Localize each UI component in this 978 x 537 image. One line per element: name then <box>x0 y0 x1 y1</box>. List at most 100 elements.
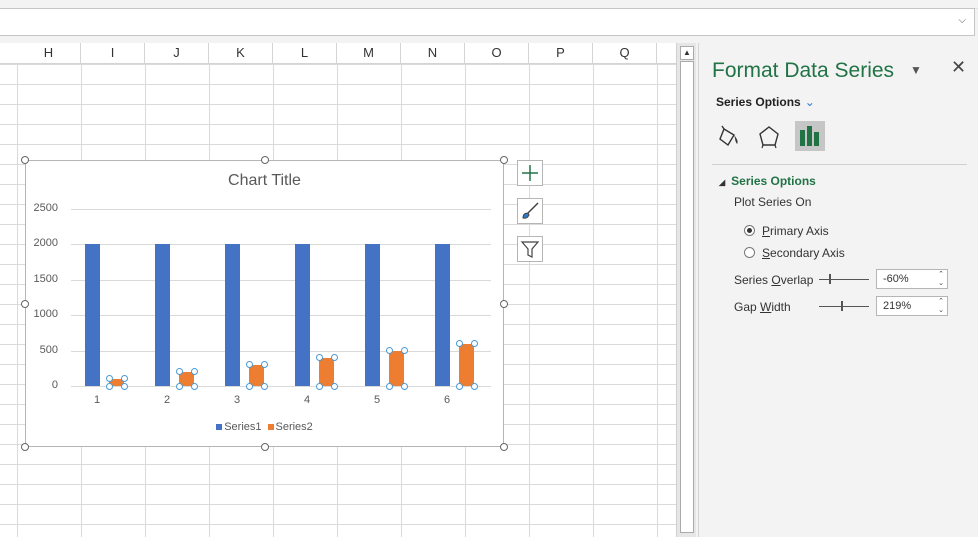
primary-axis-radio[interactable] <box>744 225 755 236</box>
column-header-M[interactable]: M <box>337 43 401 63</box>
selection-handle[interactable] <box>105 375 113 383</box>
column-header-K[interactable]: K <box>209 43 273 63</box>
column-header-I[interactable]: I <box>81 43 145 63</box>
spinner-arrows-icon[interactable]: ⌃ ⌄ <box>938 297 944 315</box>
selection-handle[interactable] <box>245 361 253 369</box>
chart-filters-button[interactable] <box>517 236 543 262</box>
selection-handle[interactable] <box>190 368 198 376</box>
x-tick-label: 1 <box>93 394 101 406</box>
scroll-up-arrow[interactable]: ▲ <box>680 46 694 60</box>
chart-resize-handle[interactable] <box>500 156 508 164</box>
selection-handle[interactable] <box>455 340 463 348</box>
x-tick-label: 3 <box>233 394 241 406</box>
bar-series1[interactable] <box>365 244 380 386</box>
chart-legend[interactable]: Series1 Series2 <box>26 421 503 433</box>
series-overlap-label: Series Overlap <box>734 273 813 287</box>
x-tick-label: 4 <box>303 394 311 406</box>
series-options-tab[interactable] <box>795 121 825 151</box>
secondary-axis-radio[interactable] <box>744 247 755 258</box>
column-header-P[interactable]: P <box>529 43 593 63</box>
overlap-text-b: verlap <box>780 273 814 287</box>
chart-resize-handle[interactable] <box>500 443 508 451</box>
overlap-mnemonic: O <box>771 273 781 287</box>
chart-resize-handle[interactable] <box>260 443 269 451</box>
chart-elements-button[interactable] <box>517 160 543 186</box>
selection-handle[interactable] <box>385 347 393 355</box>
funnel-icon <box>520 241 540 258</box>
selection-handle[interactable] <box>105 382 113 390</box>
selection-handle[interactable] <box>315 354 323 362</box>
series-overlap-input[interactable]: -60% ⌃ ⌄ <box>876 269 948 289</box>
fill-line-tab[interactable] <box>716 123 744 151</box>
selection-handle[interactable] <box>120 382 128 390</box>
column-header-O[interactable]: O <box>465 43 529 63</box>
x-tick-label: 2 <box>163 394 171 406</box>
section-header[interactable]: ◢ Series Options <box>719 174 816 188</box>
chart[interactable]: Chart Title Series1 Series2 2500 2000 1500 1… <box>21 156 508 451</box>
column-header-J[interactable]: J <box>145 43 209 63</box>
gap-width-slider[interactable] <box>819 306 869 307</box>
chart-title[interactable]: Chart Title <box>26 172 503 190</box>
selection-handle[interactable] <box>245 382 253 390</box>
primary-axis-label[interactable]: Primary Axis <box>762 224 829 238</box>
y-tick-label: 2000 <box>33 237 58 250</box>
selection-handle[interactable] <box>260 382 268 390</box>
bar-series1[interactable] <box>155 244 170 386</box>
column-header-Q[interactable]: Q <box>593 43 657 63</box>
selection-handle[interactable] <box>330 354 338 362</box>
chart-resize-handle[interactable] <box>260 156 269 164</box>
formula-expand-icon[interactable]: ⌵ <box>958 15 966 26</box>
spinner-arrows-icon[interactable]: ⌃ ⌄ <box>938 270 944 288</box>
secondary-axis-label[interactable]: Secondary Axis <box>762 246 845 260</box>
pane-divider <box>712 164 967 165</box>
primary-axis-mnemonic: P <box>762 224 771 238</box>
gap-text-b: idth <box>771 300 791 314</box>
close-icon[interactable]: ✕ <box>951 57 966 78</box>
series-options-dropdown[interactable]: Series Options ⌄ <box>716 95 815 109</box>
bar-series1[interactable] <box>225 244 240 386</box>
bar-series1[interactable] <box>85 244 100 386</box>
selection-handle[interactable] <box>175 368 183 376</box>
selection-handle[interactable] <box>330 382 338 390</box>
chevron-down-icon: ⌄ <box>804 95 815 109</box>
section-title: Series Options <box>731 174 816 188</box>
effects-tab[interactable] <box>755 123 783 151</box>
legend-swatch <box>216 424 223 431</box>
chart-resize-handle[interactable] <box>21 156 29 164</box>
bar-series2[interactable] <box>319 357 334 386</box>
selection-handle[interactable] <box>470 382 478 390</box>
selection-handle[interactable] <box>120 375 128 383</box>
selection-handle[interactable] <box>470 340 478 348</box>
selection-handle[interactable] <box>385 382 393 390</box>
bar-series1[interactable] <box>435 244 450 386</box>
vertical-scrollbar[interactable]: ▲ <box>676 43 696 537</box>
selection-handle[interactable] <box>260 361 268 369</box>
legend-entry[interactable]: Series1 <box>216 421 262 433</box>
selection-handle[interactable] <box>400 347 408 355</box>
chart-resize-handle[interactable] <box>21 299 29 308</box>
bar-series2[interactable] <box>389 350 404 386</box>
series-overlap-slider[interactable] <box>819 279 869 280</box>
series-overlap-slider-thumb[interactable] <box>829 274 831 284</box>
selection-handle[interactable] <box>315 382 323 390</box>
bar-series2[interactable] <box>459 343 474 386</box>
selection-handle[interactable] <box>400 382 408 390</box>
chart-resize-handle[interactable] <box>500 299 508 308</box>
gap-width-slider-thumb[interactable] <box>841 301 843 311</box>
formula-bar[interactable]: ⌵ <box>0 8 975 36</box>
selection-handle[interactable] <box>455 382 463 390</box>
column-header-L[interactable]: L <box>273 43 337 63</box>
gap-width-input[interactable]: 219% ⌃ ⌄ <box>876 296 948 316</box>
chart-styles-button[interactable] <box>517 198 543 224</box>
bar-series1[interactable] <box>295 244 310 386</box>
selection-handle[interactable] <box>190 382 198 390</box>
worksheet[interactable]: HIJKLMNOPQ Chart Title Series1 Series2 25… <box>0 43 676 537</box>
column-header-H[interactable]: H <box>17 43 81 63</box>
chart-resize-handle[interactable] <box>21 443 29 451</box>
pane-options-arrow-icon[interactable]: ▼ <box>910 63 922 77</box>
scroll-thumb[interactable] <box>680 61 694 533</box>
legend-label: Series1 <box>224 421 262 433</box>
legend-entry[interactable]: Series2 <box>267 421 313 433</box>
selection-handle[interactable] <box>175 382 183 390</box>
column-header-N[interactable]: N <box>401 43 465 63</box>
